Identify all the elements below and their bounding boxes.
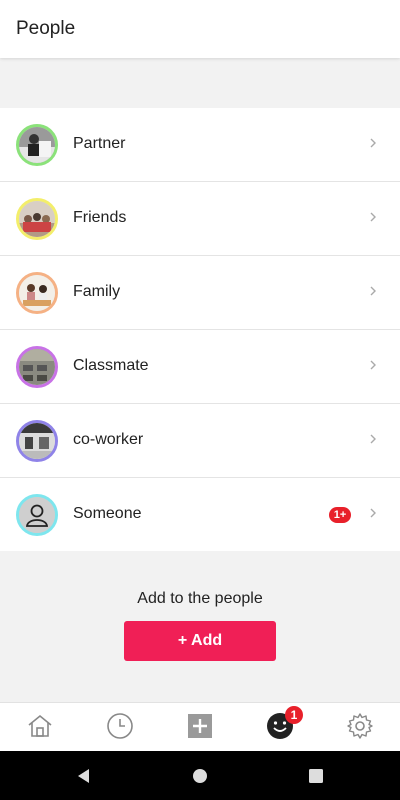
chevron-right-icon xyxy=(370,434,376,444)
chevron-right-icon xyxy=(370,508,376,518)
add-prompt-text: Add to the people xyxy=(137,590,263,607)
home-icon[interactable] xyxy=(25,711,55,741)
person-placeholder-icon xyxy=(16,494,58,536)
list-item-label: Family xyxy=(73,283,121,300)
chevron-right-icon xyxy=(370,360,376,370)
chevron-right-icon xyxy=(370,138,376,148)
people-list: Partner Friends Family Classmate co-work… xyxy=(0,108,400,551)
list-item-label: Someone xyxy=(73,505,142,522)
list-item-label: Classmate xyxy=(73,357,149,374)
partner-photo-icon xyxy=(16,124,58,166)
list-item-label: co-worker xyxy=(73,431,144,448)
bottom-tab-bar: 1 xyxy=(0,702,400,752)
system-nav-bar xyxy=(0,751,400,800)
list-item-label: Partner xyxy=(73,135,126,152)
gear-icon[interactable] xyxy=(345,711,375,741)
list-item-friends[interactable]: Friends xyxy=(0,182,400,256)
list-item-someone[interactable]: Someone 1+ xyxy=(0,478,400,551)
clock-icon[interactable] xyxy=(105,711,135,741)
classmate-photo-icon xyxy=(16,346,58,388)
add-square-icon[interactable] xyxy=(185,711,215,741)
smiley-icon[interactable]: 1 xyxy=(265,706,303,741)
page-title: People xyxy=(16,18,76,39)
list-item-classmate[interactable]: Classmate xyxy=(0,330,400,404)
list-item-label: Friends xyxy=(73,209,127,226)
back-triangle-icon[interactable] xyxy=(75,767,93,785)
list-item-partner[interactable]: Partner xyxy=(0,108,400,182)
list-item-family[interactable]: Family xyxy=(0,256,400,330)
family-photo-icon xyxy=(16,272,58,314)
recents-square-icon[interactable] xyxy=(307,767,325,785)
chevron-right-icon xyxy=(370,212,376,222)
chevron-right-icon xyxy=(370,286,376,296)
list-item-co-worker[interactable]: co-worker xyxy=(0,404,400,478)
friends-photo-icon xyxy=(16,198,58,240)
home-circle-icon[interactable] xyxy=(191,767,209,785)
add-button[interactable]: + Add xyxy=(124,621,276,661)
coworker-photo-icon xyxy=(16,420,58,462)
app-header: People xyxy=(0,0,400,58)
notification-badge: 1+ xyxy=(329,507,351,523)
tab-notification-badge: 1 xyxy=(285,706,303,724)
